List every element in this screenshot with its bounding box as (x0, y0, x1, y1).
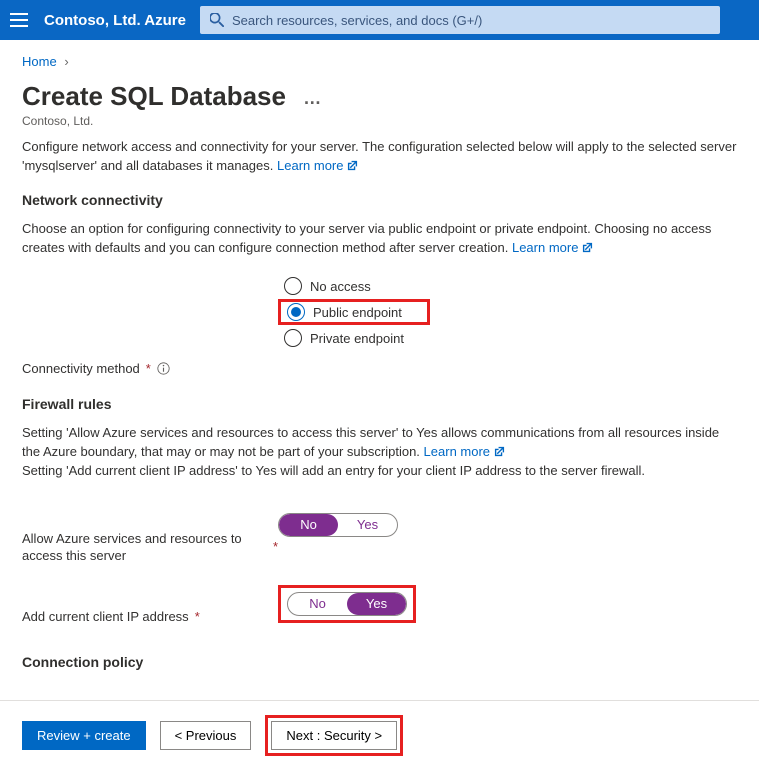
required-indicator: * (146, 361, 151, 376)
network-description: Choose an option for configuring connect… (22, 220, 737, 258)
radio-option-private-endpoint[interactable]: Private endpoint (278, 325, 737, 351)
radio-icon (287, 303, 305, 321)
allow-azure-toggle-wrap: No Yes (278, 513, 398, 537)
search-input[interactable] (232, 13, 710, 28)
highlight-box: No Yes (278, 585, 416, 623)
toggle-option-no[interactable]: No (279, 514, 338, 536)
external-link-icon (347, 160, 358, 171)
learn-more-link[interactable]: Learn more (277, 158, 358, 173)
network-desc-text: Choose an option for configuring connect… (22, 221, 711, 255)
allow-azure-label: Allow Azure services and resources to ac… (22, 513, 278, 565)
network-connectivity-heading: Network connectivity (22, 192, 737, 208)
info-icon[interactable] (157, 362, 170, 375)
main-content: Create SQL Database … Contoso, Ltd. Conf… (0, 77, 759, 700)
radio-label: Private endpoint (310, 331, 404, 346)
connectivity-method-row: Connectivity method * (22, 361, 737, 376)
review-create-button[interactable]: Review + create (22, 721, 146, 750)
toggle-option-yes[interactable]: Yes (338, 514, 397, 536)
radio-icon (284, 277, 302, 295)
firewall-desc1-text: Setting 'Allow Azure services and resour… (22, 425, 719, 459)
external-link-icon (582, 242, 593, 253)
radio-label: No access (310, 279, 371, 294)
footer-actions: Review + create < Previous Next : Securi… (0, 700, 759, 770)
breadcrumb: Home › (0, 40, 759, 77)
radio-label: Public endpoint (313, 305, 402, 320)
chevron-right-icon: › (60, 54, 68, 69)
breadcrumb-home-link[interactable]: Home (22, 54, 57, 69)
required-indicator: * (273, 539, 278, 556)
search-icon (210, 13, 224, 27)
toggle-option-no[interactable]: No (288, 593, 347, 615)
page-subtitle: Contoso, Ltd. (22, 114, 737, 128)
learn-more-link[interactable]: Learn more (512, 240, 593, 255)
intro-text: Configure network access and connectivit… (22, 139, 736, 173)
page-title-text: Create SQL Database (22, 81, 286, 111)
global-search[interactable] (200, 6, 720, 34)
radio-option-no-access[interactable]: No access (278, 273, 737, 299)
next-security-button[interactable]: Next : Security > (271, 721, 397, 750)
toggle-option-yes[interactable]: Yes (347, 593, 406, 615)
intro-description: Configure network access and connectivit… (22, 138, 737, 176)
firewall-desc2-text: Setting 'Add current client IP address' … (22, 463, 645, 478)
connectivity-method-label: Connectivity method * (22, 361, 278, 376)
external-link-icon (494, 446, 505, 457)
tenant-name[interactable]: Contoso, Ltd. Azure (44, 12, 186, 29)
allow-azure-toggle[interactable]: No Yes (278, 513, 398, 537)
hamburger-menu-icon[interactable] (10, 10, 30, 30)
required-indicator: * (195, 609, 200, 626)
connection-policy-heading: Connection policy (22, 654, 737, 670)
connectivity-method-radio-group: No access Public endpoint Private endpoi… (278, 273, 737, 351)
firewall-description: Setting 'Allow Azure services and resour… (22, 424, 737, 481)
learn-more-link[interactable]: Learn more (424, 444, 505, 459)
highlight-box: Next : Security > (265, 715, 403, 756)
page-title: Create SQL Database … (22, 77, 737, 114)
firewall-rules-heading: Firewall rules (22, 396, 737, 412)
previous-button[interactable]: < Previous (160, 721, 252, 750)
more-actions-icon[interactable]: … (293, 88, 323, 108)
add-client-ip-label: Add current client IP address * (22, 585, 278, 626)
radio-icon (284, 329, 302, 347)
add-client-ip-toggle[interactable]: No Yes (287, 592, 407, 616)
top-navigation-bar: Contoso, Ltd. Azure (0, 0, 759, 40)
radio-option-public-endpoint[interactable]: Public endpoint (278, 299, 430, 325)
